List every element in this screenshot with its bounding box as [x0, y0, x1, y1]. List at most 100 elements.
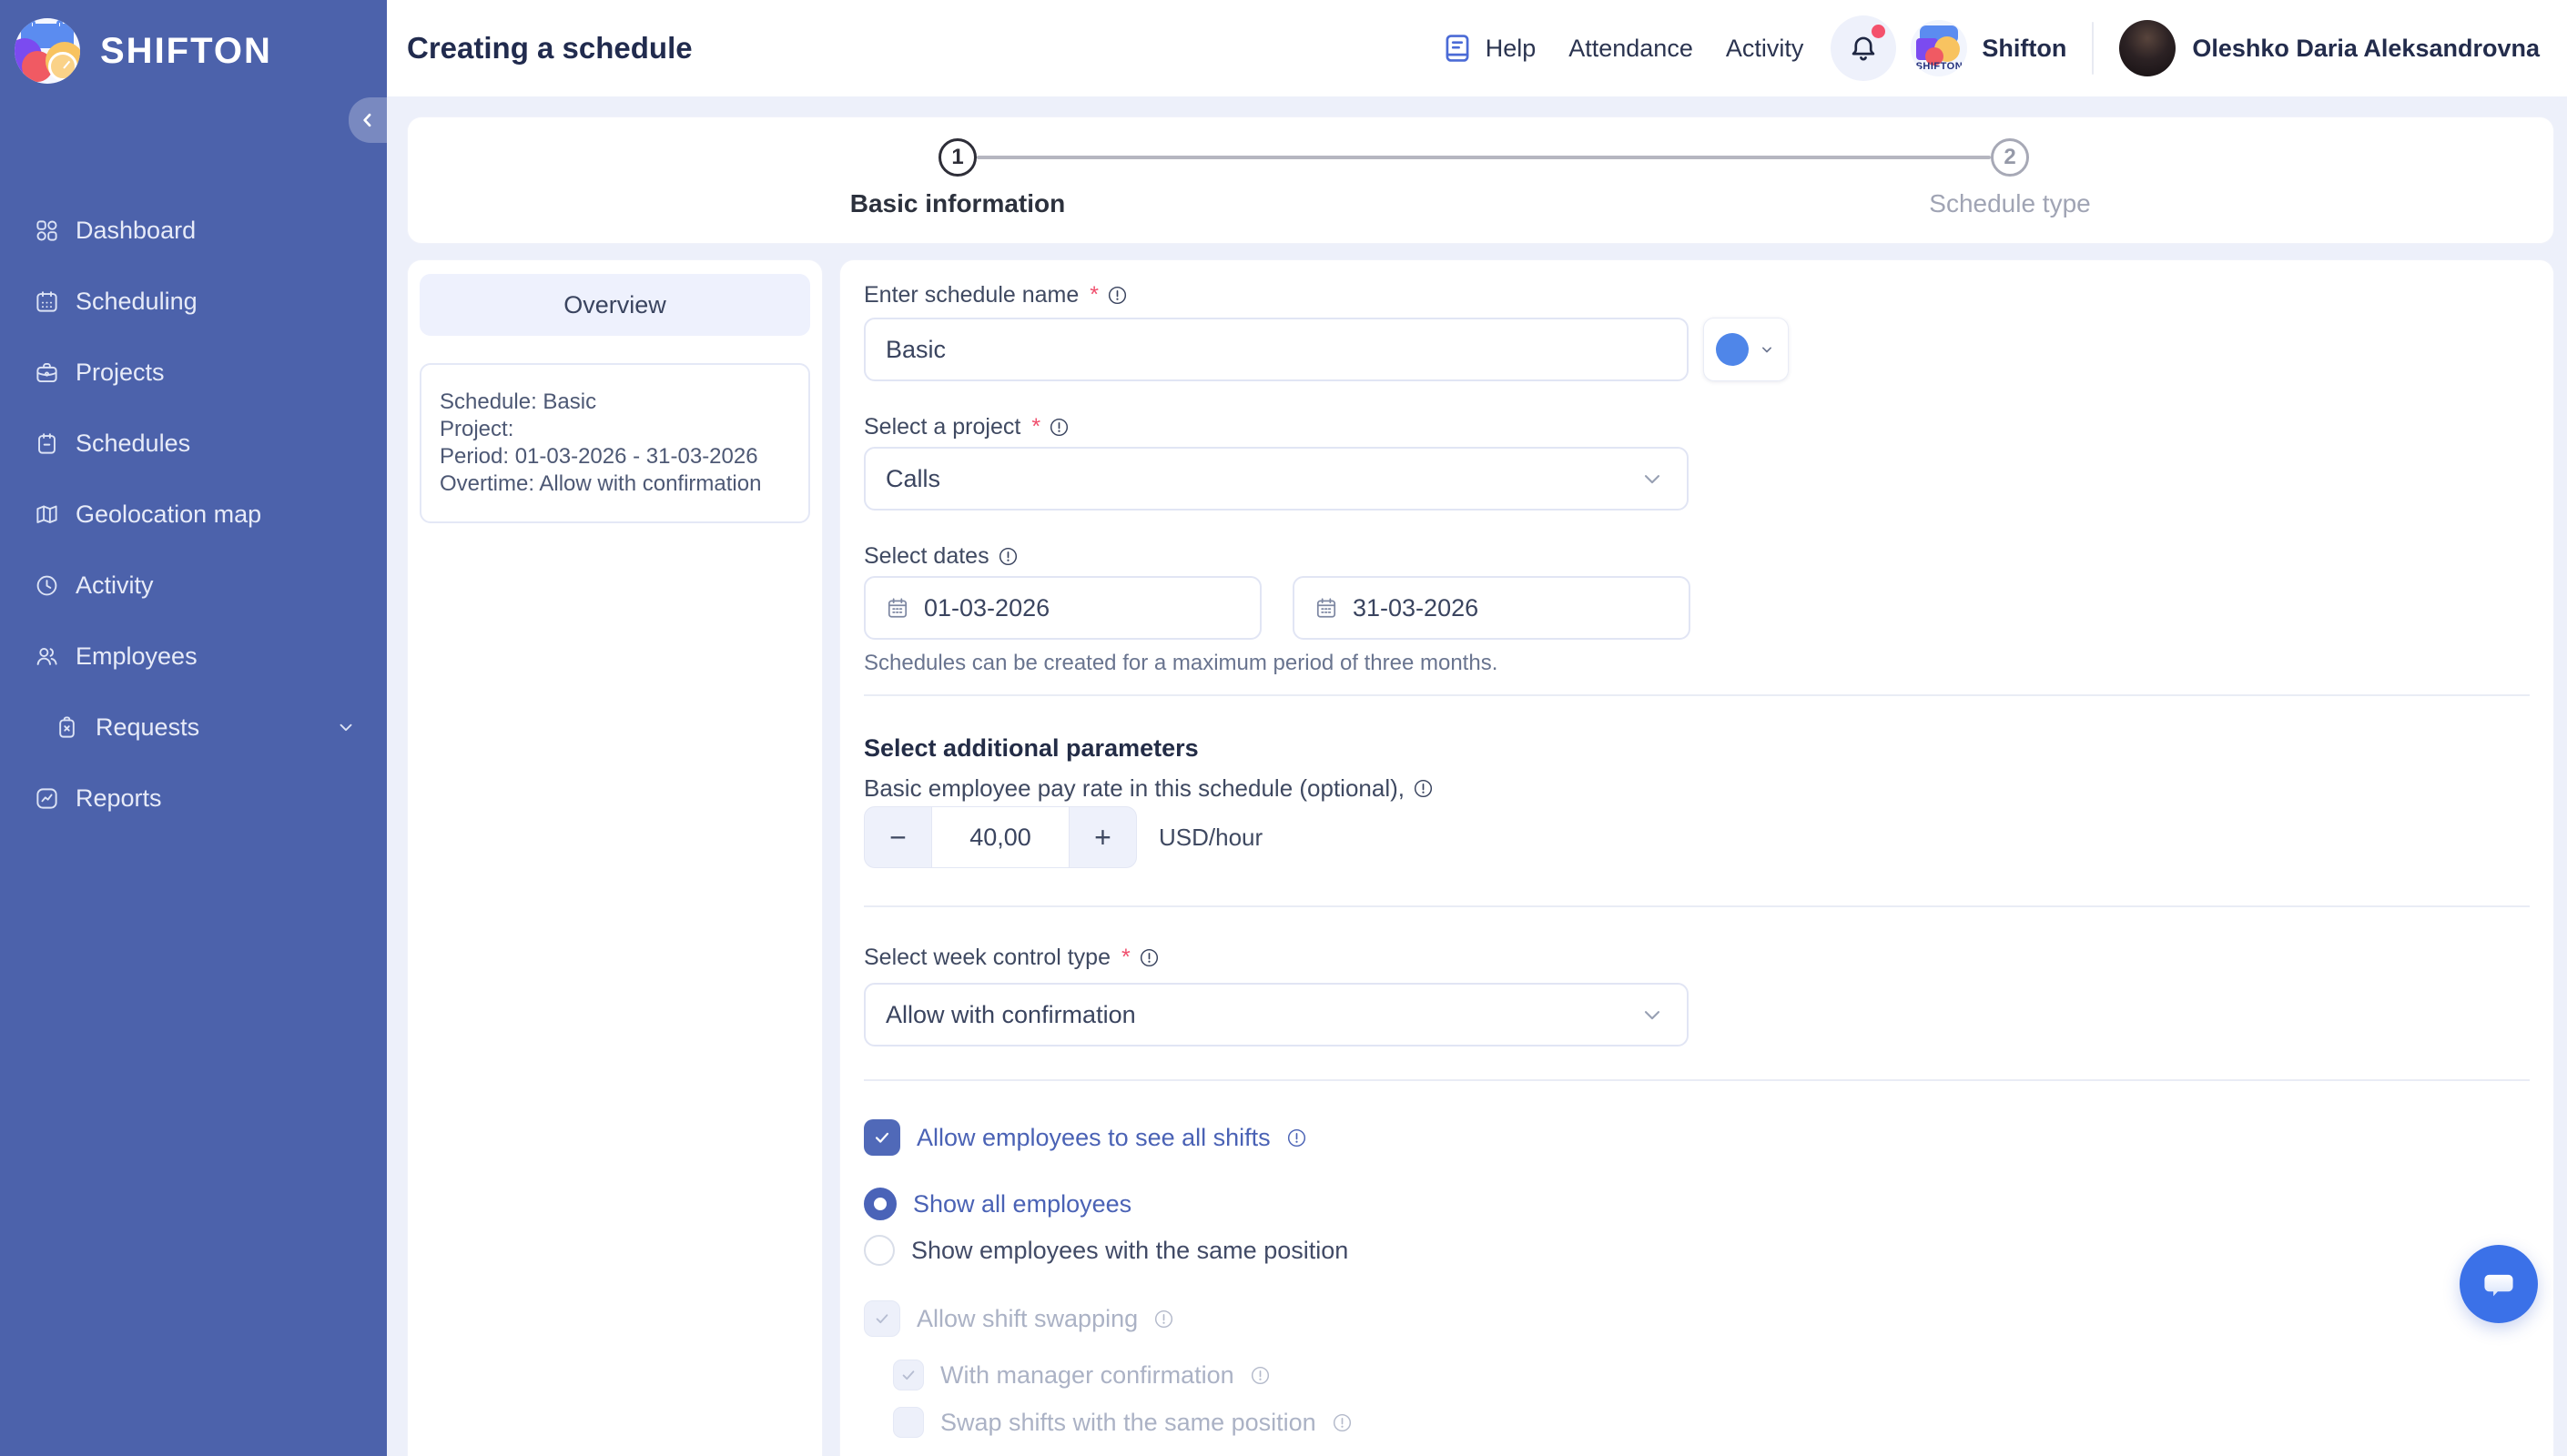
- step-basic-information[interactable]: 1 Basic information: [766, 138, 1149, 218]
- org-name[interactable]: Shifton: [1982, 35, 2066, 63]
- schedule-name-input[interactable]: [864, 318, 1689, 381]
- overview-overtime-line: Overtime: Allow with confirmation: [440, 470, 790, 498]
- step-2-circle: 2: [1991, 138, 2029, 177]
- help-book-icon: [1440, 31, 1475, 66]
- pay-rate-decrease-button[interactable]: −: [864, 806, 931, 868]
- overview-schedule-line: Schedule: Basic: [440, 389, 790, 416]
- pay-rate-increase-button[interactable]: +: [1070, 806, 1137, 868]
- see-all-shifts-checkbox[interactable]: [864, 1119, 900, 1156]
- org-avatar[interactable]: SHIFTON: [1911, 20, 1967, 76]
- same-position-radio[interactable]: [864, 1235, 895, 1266]
- week-control-label: Select week control type: [864, 944, 1111, 971]
- chevron-left-icon: [359, 111, 377, 129]
- step-schedule-type[interactable]: 2 Schedule type: [1819, 138, 2201, 218]
- info-icon[interactable]: [1140, 948, 1159, 967]
- end-date-input[interactable]: 31-03-2026: [1293, 576, 1690, 640]
- project-label-row: Select a project *: [864, 413, 2530, 440]
- activity-link[interactable]: Activity: [1726, 35, 1804, 63]
- week-control-select[interactable]: Allow with confirmation: [864, 983, 1689, 1046]
- swap-same-position-checkbox[interactable]: [893, 1407, 924, 1438]
- manager-confirmation-checkbox[interactable]: [893, 1360, 924, 1390]
- start-date-value: 01-03-2026: [924, 594, 1050, 622]
- topbar-actions: Help Attendance Activity SHIFTON Shifton: [1440, 15, 2540, 81]
- sidebar-item-projects[interactable]: Projects: [0, 337, 387, 408]
- clipboard-x-icon: [55, 715, 79, 740]
- sidebar-item-reports[interactable]: Reports: [0, 763, 387, 834]
- info-icon[interactable]: [1333, 1413, 1352, 1432]
- overview-summary: Schedule: Basic Project: Period: 01-03-2…: [420, 363, 810, 523]
- logo-text: SHIFTON: [100, 31, 272, 72]
- info-icon[interactable]: [1251, 1366, 1270, 1385]
- pay-rate-unit: USD/hour: [1159, 824, 1263, 852]
- chevron-down-icon[interactable]: [336, 717, 356, 737]
- sidebar-item-requests[interactable]: Requests: [0, 692, 387, 763]
- manager-confirmation-label: With manager confirmation: [940, 1361, 1234, 1390]
- logo[interactable]: SHIFTON: [0, 0, 387, 84]
- step-1-circle: 1: [939, 138, 977, 177]
- sidebar: SHIFTON Dashboard Scheduling: [0, 0, 387, 1456]
- sidebar-item-scheduling[interactable]: Scheduling: [0, 266, 387, 337]
- required-asterisk: *: [1121, 944, 1131, 971]
- user-avatar[interactable]: [2119, 20, 2176, 76]
- info-icon[interactable]: [1287, 1128, 1306, 1148]
- color-picker-button[interactable]: [1703, 318, 1789, 381]
- clock-icon: [35, 573, 59, 598]
- section-divider: [864, 694, 2530, 696]
- week-control-label-row: Select week control type *: [864, 944, 2530, 971]
- sidebar-item-label: Reports: [76, 784, 162, 813]
- section-divider: [864, 905, 2530, 907]
- step-2-label: Schedule type: [1929, 189, 2090, 218]
- content-area: 1 Basic information 2 Schedule type Over…: [387, 96, 2567, 1456]
- color-swatch: [1716, 333, 1749, 366]
- pay-rate-input[interactable]: [931, 806, 1070, 868]
- info-icon[interactable]: [1154, 1309, 1173, 1329]
- sidebar-item-label: Requests: [96, 713, 199, 742]
- sidebar-collapse-button[interactable]: [349, 97, 387, 143]
- attendance-link[interactable]: Attendance: [1568, 35, 1693, 63]
- project-label: Select a project: [864, 413, 1020, 440]
- project-select[interactable]: Calls: [864, 447, 1689, 511]
- notifications-button[interactable]: [1831, 15, 1896, 81]
- additional-parameters-heading: Select additional parameters: [864, 733, 2530, 763]
- sidebar-item-label: Activity: [76, 571, 154, 600]
- sidebar-item-schedules[interactable]: Schedules: [0, 408, 387, 479]
- chat-bubble-icon: [2479, 1264, 2519, 1304]
- overview-project-line: Project:: [440, 416, 790, 443]
- info-icon[interactable]: [1050, 418, 1069, 437]
- chat-button[interactable]: [2460, 1245, 2538, 1323]
- help-button[interactable]: Help: [1440, 31, 1537, 66]
- sidebar-item-dashboard[interactable]: Dashboard: [0, 195, 387, 266]
- sidebar-item-activity[interactable]: Activity: [0, 550, 387, 621]
- sidebar-item-label: Dashboard: [76, 217, 196, 245]
- see-all-shifts-label[interactable]: Allow employees to see all shifts: [917, 1124, 1271, 1152]
- info-icon[interactable]: [1108, 286, 1127, 305]
- end-date-value: 31-03-2026: [1353, 594, 1478, 622]
- schedule-name-label-row: Enter schedule name *: [864, 281, 2530, 308]
- info-icon[interactable]: [999, 547, 1018, 566]
- overview-period-line: Period: 01-03-2026 - 31-03-2026: [440, 443, 790, 470]
- dates-label: Select dates: [864, 542, 989, 570]
- calendar-icon: [886, 596, 909, 620]
- section-divider: [864, 1079, 2530, 1081]
- overview-tab[interactable]: Overview: [420, 274, 810, 336]
- project-select-value: Calls: [886, 465, 940, 493]
- clipboard-icon: [35, 431, 59, 456]
- briefcase-icon: [35, 360, 59, 385]
- same-position-label[interactable]: Show employees with the same position: [911, 1237, 1348, 1265]
- sidebar-item-geolocation-map[interactable]: Geolocation map: [0, 479, 387, 550]
- start-date-input[interactable]: 01-03-2026: [864, 576, 1262, 640]
- show-all-employees-radio[interactable]: [864, 1188, 897, 1220]
- user-name[interactable]: Oleshko Daria Aleksandrovna: [2192, 35, 2540, 63]
- overview-panel: Overview Schedule: Basic Project: Period…: [407, 259, 823, 1456]
- org-avatar-text: SHIFTON: [1911, 61, 1967, 72]
- sidebar-item-employees[interactable]: Employees: [0, 621, 387, 692]
- info-icon[interactable]: [1414, 779, 1433, 798]
- chevron-down-icon: [1639, 466, 1665, 491]
- sidebar-item-label: Employees: [76, 642, 198, 671]
- notification-dot: [1872, 25, 1885, 38]
- step-1-label: Basic information: [850, 189, 1065, 218]
- allow-shift-swapping-checkbox[interactable]: [864, 1300, 900, 1337]
- map-icon: [35, 502, 59, 527]
- app-root: SHIFTON Dashboard Scheduling: [0, 0, 2567, 1456]
- show-all-employees-label[interactable]: Show all employees: [913, 1190, 1131, 1218]
